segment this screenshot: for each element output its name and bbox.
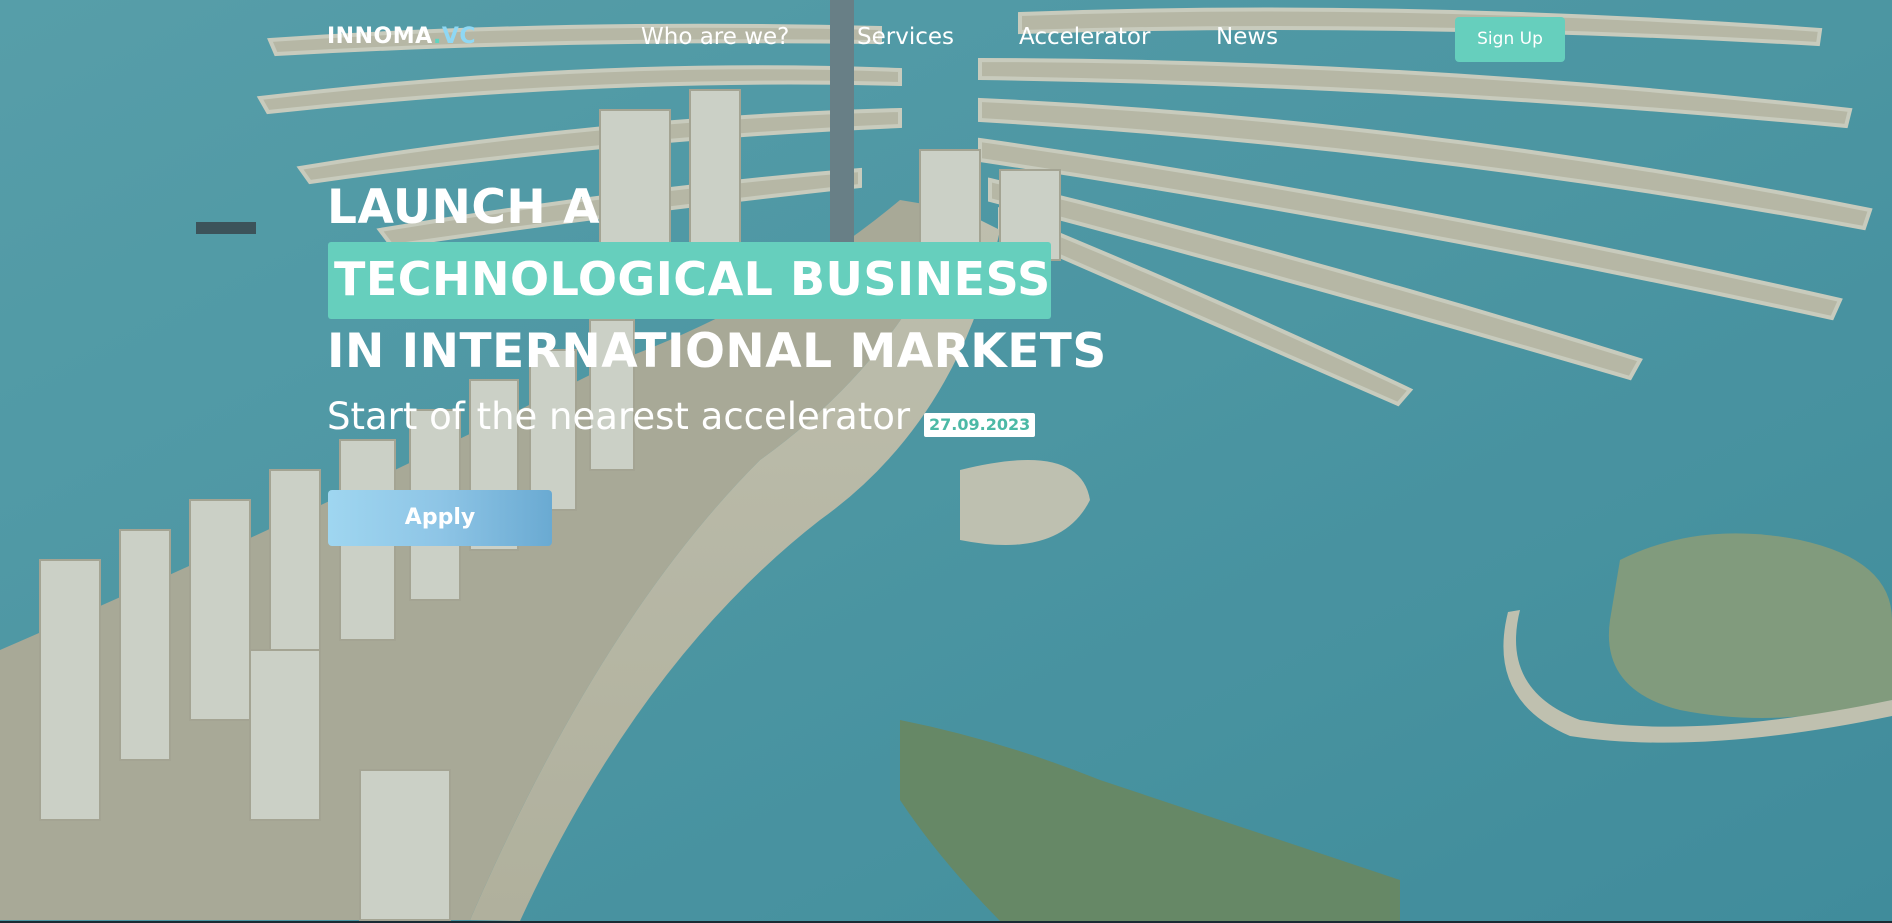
hero-section: INNOMA.VC Who are we? Services Accelerat…: [0, 0, 1892, 921]
logo-dot: .: [433, 24, 442, 49]
apply-button[interactable]: Apply: [328, 490, 552, 546]
image-overlay: [0, 0, 1892, 921]
hero-headline-line-2: TECHNOLOGICAL BUSINESS: [334, 252, 1051, 306]
accelerator-date-badge: 27.09.2023: [924, 413, 1036, 437]
nav-link-news[interactable]: News: [1216, 24, 1278, 50]
brand-logo[interactable]: INNOMA.VC: [327, 24, 476, 49]
logo-suffix: VC: [441, 24, 477, 49]
hero-headline-line-3: IN INTERNATIONAL MARKETS: [327, 324, 1107, 379]
hero-headline-line-1: LAUNCH A: [327, 180, 600, 235]
logo-main-text: INNOMA: [327, 24, 434, 49]
nav-link-who-are-we[interactable]: Who are we?: [641, 24, 789, 50]
nav-link-services[interactable]: Services: [857, 24, 954, 50]
nav-link-accelerator[interactable]: Accelerator: [1019, 24, 1150, 50]
hero-subtitle: Start of the nearest accelerator: [327, 395, 911, 438]
sign-up-button[interactable]: Sign Up: [1455, 17, 1565, 62]
